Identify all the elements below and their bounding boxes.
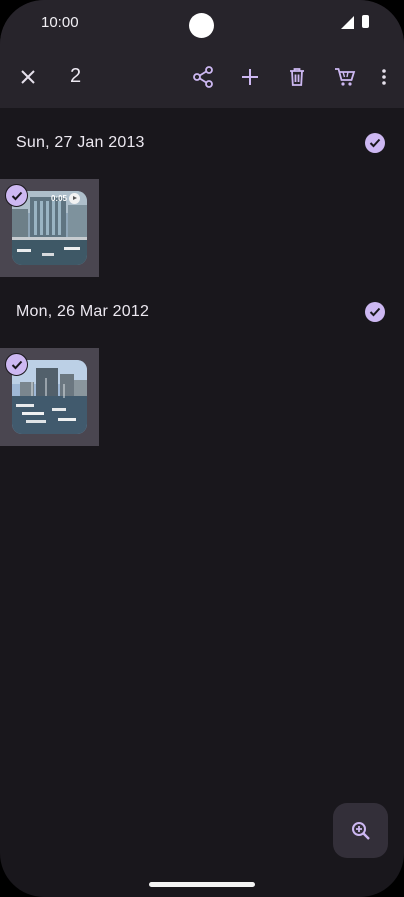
check-icon [369, 138, 381, 148]
camera-cutout [189, 13, 214, 38]
status-time: 10:00 [41, 14, 79, 31]
signal-icon [341, 16, 354, 29]
media-tile-video[interactable]: 0:05 [0, 179, 99, 277]
share-button[interactable] [189, 46, 217, 108]
zoom-in-icon [351, 821, 370, 840]
close-icon [21, 70, 35, 84]
shopping-cart-icon [335, 68, 356, 86]
more-vert-icon [382, 69, 386, 85]
section-date-title: Sun, 27 Jan 2013 [16, 134, 145, 151]
add-icon [242, 69, 258, 85]
close-button[interactable] [12, 46, 44, 108]
gesture-nav-bar[interactable] [149, 882, 255, 887]
delete-button[interactable] [285, 46, 309, 108]
check-icon [11, 191, 22, 200]
check-icon [11, 360, 22, 369]
delete-icon [290, 68, 304, 86]
more-options-button[interactable] [374, 46, 394, 108]
section-select-toggle[interactable] [365, 302, 385, 322]
check-icon [369, 307, 381, 317]
item-selected-indicator[interactable] [5, 184, 28, 207]
play-icon [69, 193, 80, 204]
section-date-title: Mon, 26 Mar 2012 [16, 303, 150, 320]
selected-count: 2 [70, 65, 82, 87]
phone-screen: 10:00 2 Sun, 27 Jan 2013 0:05 Mon, 26 Ma… [0, 0, 404, 897]
battery-icon [362, 15, 369, 28]
add-button[interactable] [237, 46, 263, 108]
order-prints-button[interactable] [331, 46, 359, 108]
item-selected-indicator[interactable] [5, 353, 28, 376]
zoom-button[interactable] [333, 803, 388, 858]
status-bar: 10:00 [0, 0, 404, 46]
selection-toolbar: 2 [0, 46, 404, 108]
video-duration: 0:05 [50, 194, 67, 203]
share-icon [193, 66, 213, 88]
section-select-toggle[interactable] [365, 133, 385, 153]
media-tile-photo[interactable] [0, 348, 99, 446]
